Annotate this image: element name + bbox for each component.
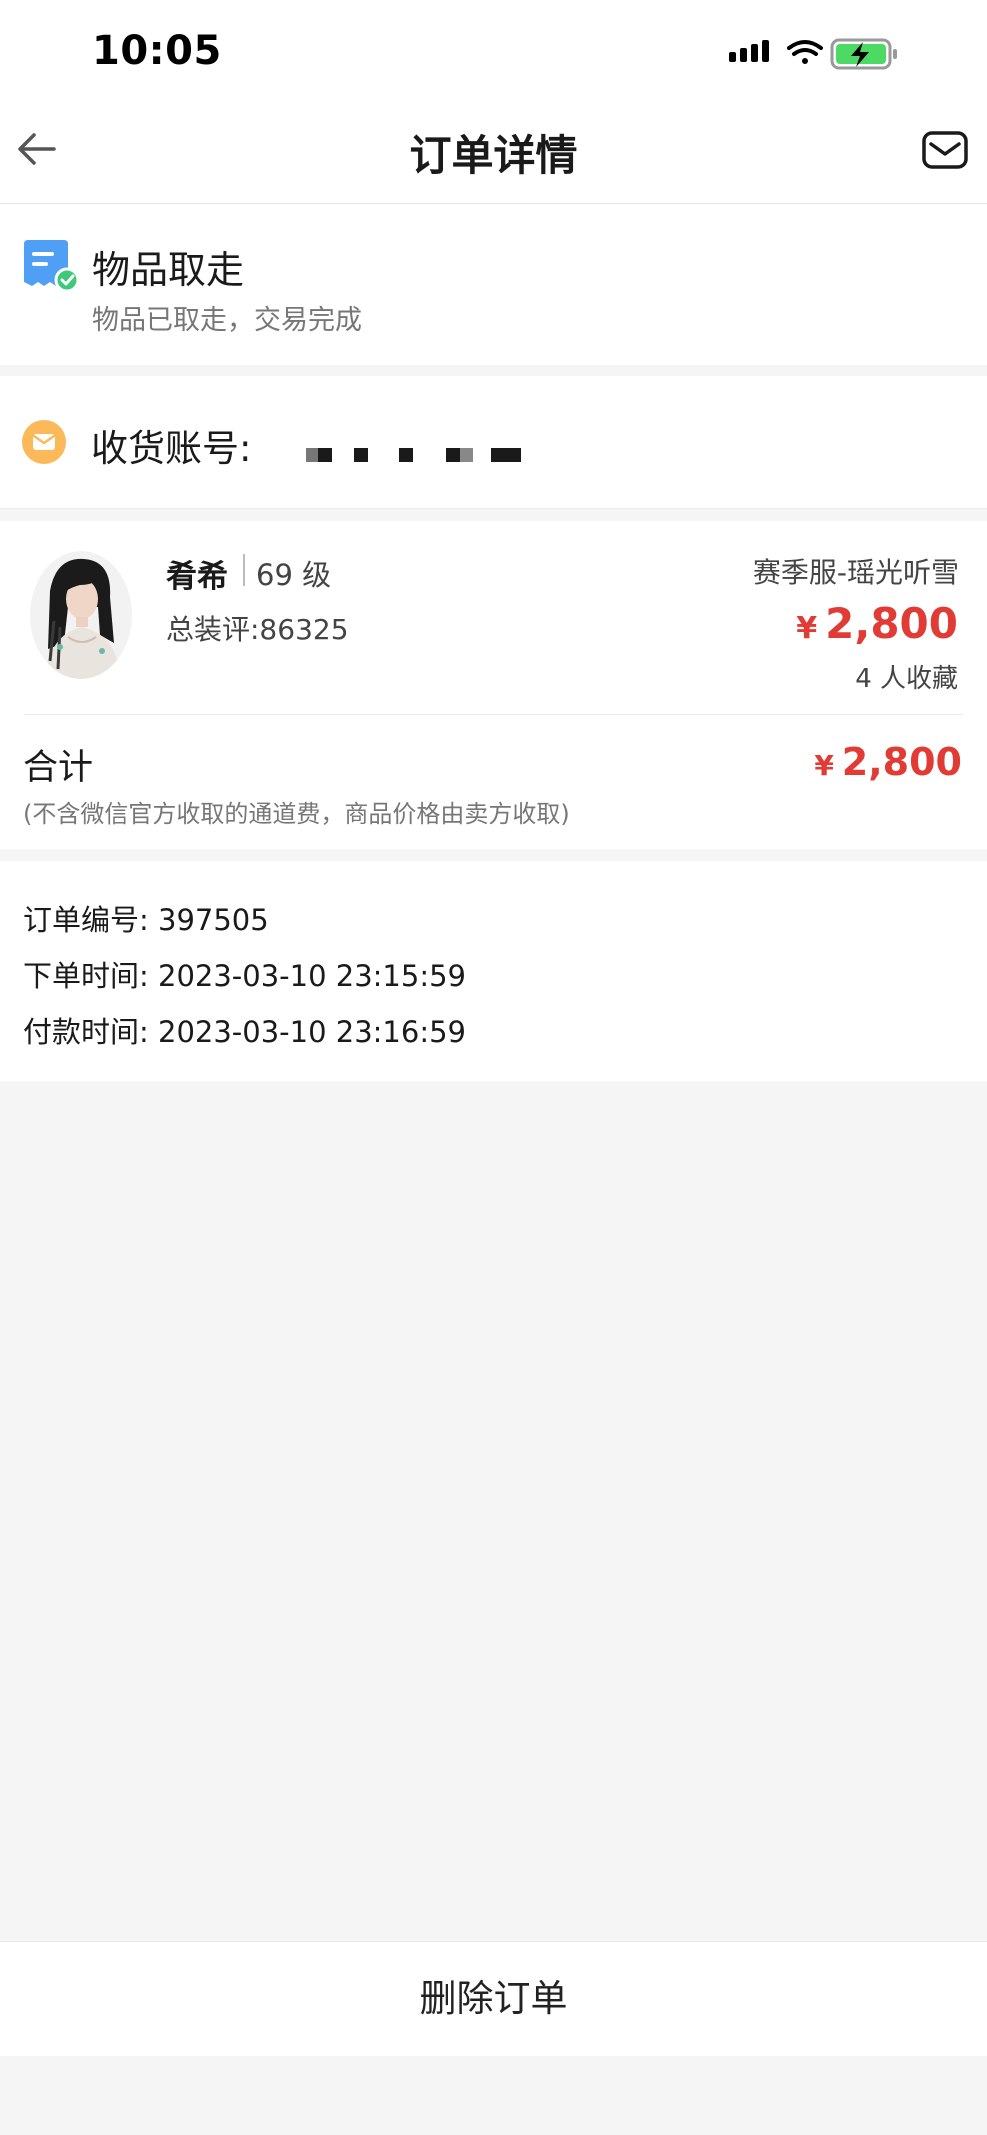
status-title: 物品取走 <box>92 248 245 292</box>
payment-time: 付款时间: 2023-03-10 23:16:59 <box>23 1015 466 1049</box>
total-price-value: 2,800 <box>841 740 962 784</box>
nav-bar: 订单详情 <box>0 100 987 204</box>
mail-icon[interactable] <box>921 128 969 172</box>
order-status-section: 物品取走 物品已取走，交易完成 <box>0 204 987 365</box>
divider <box>24 714 963 715</box>
character-avatar <box>30 551 132 679</box>
character-level: 69 级 <box>256 558 332 592</box>
total-price: ¥2,800 <box>814 740 962 784</box>
equipment-score: 总装评:86325 <box>166 613 349 646</box>
receiving-account-section: 收货账号: <box>0 376 987 509</box>
currency-symbol: ¥ <box>796 611 818 646</box>
order-complete-icon <box>24 240 80 293</box>
favorite-count: 4 人收藏 <box>855 664 958 694</box>
item-price: ¥2,800 <box>796 599 958 648</box>
masked-account-value <box>306 448 521 462</box>
fee-note: (不含微信官方收取的通道费，商品价格由卖方收取) <box>23 800 570 828</box>
status-time: 10:05 <box>92 28 222 74</box>
order-time: 下单时间: 2023-03-10 23:15:59 <box>23 959 466 993</box>
status-bar: 10:05 <box>0 0 987 100</box>
order-number: 订单编号: 397505 <box>23 903 269 937</box>
bottom-bar: 删除订单 <box>0 1941 987 2056</box>
status-icons <box>729 38 929 74</box>
character-name: 肴希 <box>166 559 228 595</box>
wifi-icon <box>787 40 823 64</box>
order-info-section: 订单编号: 397505 下单时间: 2023-03-10 23:15:59 付… <box>0 861 987 1081</box>
account-label: 收货账号: <box>91 427 252 470</box>
item-section[interactable]: 肴希 69 级 总装评:86325 赛季服-瑶光听雪 ¥2,800 4 人收藏 … <box>0 521 987 849</box>
battery-charging-icon <box>830 38 897 70</box>
signal-icon <box>729 40 769 62</box>
item-price-value: 2,800 <box>825 599 958 648</box>
name-level-divider <box>243 554 245 586</box>
total-currency-symbol: ¥ <box>814 749 834 782</box>
delete-order-button[interactable]: 删除订单 <box>0 1942 987 2056</box>
envelope-icon <box>22 420 66 464</box>
status-subtitle: 物品已取走，交易完成 <box>92 305 362 336</box>
server-name: 赛季服-瑶光听雪 <box>752 556 959 589</box>
total-label: 合计 <box>23 748 94 788</box>
page-title: 订单详情 <box>409 131 578 180</box>
